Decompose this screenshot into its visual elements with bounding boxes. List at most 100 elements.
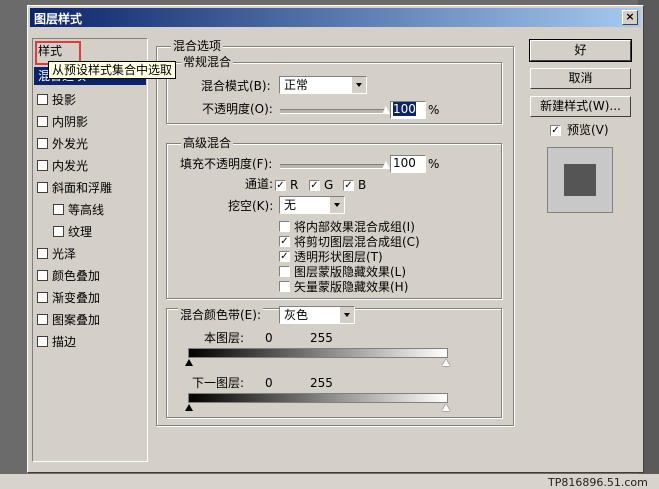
this-layer-white-slider[interactable] bbox=[442, 359, 450, 366]
style-item-label: 投影 bbox=[52, 93, 77, 107]
channel-checkbox[interactable]: ✓ bbox=[275, 180, 286, 191]
opacity-label: 不透明度(O): bbox=[202, 102, 273, 116]
advanced-option-label: 图层蒙版隐藏效果(L) bbox=[294, 265, 407, 279]
fill-opacity-label: 填充不透明度(F): bbox=[180, 157, 273, 171]
style-item[interactable]: 投影 bbox=[37, 91, 145, 109]
style-item-label: 内发光 bbox=[52, 159, 89, 173]
style-item[interactable]: 渐变叠加 bbox=[37, 289, 145, 307]
style-item-checkbox[interactable] bbox=[37, 138, 48, 149]
dialog-title: 图层样式 bbox=[34, 12, 83, 26]
style-item[interactable]: 内阴影 bbox=[37, 113, 145, 131]
this-layer-label: 本图层: bbox=[204, 331, 245, 345]
underlying-layer-max: 255 bbox=[310, 376, 333, 390]
chevron-down-icon bbox=[329, 197, 344, 213]
underlying-layer-min: 0 bbox=[265, 376, 273, 390]
dialog-titlebar[interactable]: 图层样式 × bbox=[30, 8, 641, 27]
style-item-label: 内阴影 bbox=[52, 115, 89, 129]
style-item-label: 等高线 bbox=[68, 203, 105, 217]
opacity-input[interactable]: 100 bbox=[390, 101, 426, 119]
style-item-checkbox[interactable] bbox=[37, 270, 48, 281]
knockout-select[interactable]: 无 bbox=[279, 196, 345, 214]
style-item-checkbox[interactable] bbox=[37, 336, 48, 347]
blend-if-label: 混合颜色带(E): bbox=[178, 307, 263, 323]
style-item-checkbox[interactable] bbox=[37, 94, 48, 105]
cancel-button[interactable]: 取消 bbox=[530, 68, 631, 89]
advanced-option-label: 将内部效果混合成组(I) bbox=[294, 220, 415, 234]
opacity-unit: % bbox=[428, 103, 440, 117]
style-item-label: 图案叠加 bbox=[52, 313, 101, 327]
advanced-option-checkbox[interactable]: ✓ bbox=[279, 251, 290, 262]
advanced-option-checkbox[interactable]: ✓ bbox=[279, 236, 290, 247]
style-item[interactable]: 描边 bbox=[37, 333, 145, 351]
style-item-checkbox[interactable] bbox=[37, 160, 48, 171]
style-item[interactable]: 斜面和浮雕 bbox=[37, 179, 145, 197]
fill-opacity-slider[interactable] bbox=[280, 164, 386, 169]
style-item-checkbox[interactable] bbox=[53, 204, 64, 215]
channel-checkbox[interactable]: ✓ bbox=[309, 180, 320, 191]
blend-mode-select[interactable]: 正常 bbox=[279, 76, 367, 94]
channel-label: B bbox=[358, 178, 367, 192]
preview-label: 预览(V) bbox=[567, 123, 609, 137]
style-item[interactable]: 等高线 bbox=[53, 201, 145, 219]
underlying-layer-white-slider[interactable] bbox=[442, 404, 450, 411]
fill-opacity-slider-thumb[interactable] bbox=[381, 160, 391, 170]
channel-label: G bbox=[324, 178, 334, 192]
style-item-label: 颜色叠加 bbox=[52, 269, 101, 283]
this-layer-min: 0 bbox=[265, 331, 273, 345]
this-layer-max: 255 bbox=[310, 331, 333, 345]
channel-checkbox[interactable]: ✓ bbox=[343, 180, 354, 191]
style-item-checkbox[interactable] bbox=[37, 292, 48, 303]
advanced-option-label: 透明形状图层(T) bbox=[294, 250, 383, 264]
blend-if-select[interactable]: 灰色 bbox=[279, 306, 355, 324]
underlying-layer-label: 下一图层: bbox=[192, 376, 245, 390]
style-item-label: 纹理 bbox=[68, 225, 93, 239]
style-item[interactable]: 颜色叠加 bbox=[37, 267, 145, 285]
channels-label: 通道: bbox=[245, 177, 274, 191]
general-blending-title: 常规混合 bbox=[181, 55, 234, 69]
this-layer-gradient bbox=[188, 348, 448, 358]
chevron-down-icon bbox=[339, 307, 354, 323]
opacity-slider[interactable] bbox=[280, 109, 386, 114]
new-style-button[interactable]: 新建样式(W)... bbox=[530, 96, 631, 117]
style-item[interactable]: 内发光 bbox=[37, 157, 145, 175]
style-item-label: 光泽 bbox=[52, 247, 77, 261]
blend-mode-label: 混合模式(B): bbox=[201, 79, 271, 93]
tooltip: 从预设样式集合中选取 bbox=[48, 61, 177, 79]
preview-checkbox[interactable]: ✓ bbox=[550, 125, 561, 136]
preview-swatch bbox=[564, 164, 596, 196]
advanced-option-checkbox[interactable] bbox=[279, 221, 290, 232]
style-item[interactable]: 图案叠加 bbox=[37, 311, 145, 329]
underlying-layer-black-slider[interactable] bbox=[185, 404, 193, 411]
style-item-checkbox[interactable] bbox=[53, 226, 64, 237]
knockout-label: 挖空(K): bbox=[228, 199, 274, 213]
watermark: TP816896.51.com bbox=[548, 476, 648, 489]
style-preview bbox=[547, 147, 613, 213]
style-item-checkbox[interactable] bbox=[37, 182, 48, 193]
style-item-label: 描边 bbox=[52, 335, 77, 349]
close-button[interactable]: × bbox=[622, 10, 638, 25]
style-item-label: 外发光 bbox=[52, 137, 89, 151]
styles-list: 样式 混合选项 投影内阴影外发光内发光斜面和浮雕等高线纹理光泽颜色叠加渐变叠加图… bbox=[32, 38, 148, 462]
style-item-checkbox[interactable] bbox=[37, 248, 48, 259]
style-item[interactable]: 光泽 bbox=[37, 245, 145, 263]
style-item-label: 渐变叠加 bbox=[52, 291, 101, 305]
style-item[interactable]: 纹理 bbox=[53, 223, 145, 241]
style-item[interactable]: 外发光 bbox=[37, 135, 145, 153]
blend-if-value: 灰色 bbox=[284, 308, 309, 322]
advanced-option-checkbox[interactable] bbox=[279, 266, 290, 277]
advanced-blending-title: 高级混合 bbox=[181, 136, 234, 150]
advanced-option-label: 矢量蒙版隐藏效果(H) bbox=[294, 280, 409, 294]
chevron-down-icon bbox=[351, 77, 366, 93]
opacity-slider-thumb[interactable] bbox=[381, 105, 391, 115]
underlying-layer-gradient bbox=[188, 393, 448, 403]
channel-label: R bbox=[290, 178, 299, 192]
this-layer-black-slider[interactable] bbox=[185, 359, 193, 366]
advanced-option-checkbox[interactable] bbox=[279, 281, 290, 292]
style-item-checkbox[interactable] bbox=[37, 116, 48, 127]
fill-opacity-input[interactable]: 100 bbox=[390, 155, 426, 173]
knockout-value: 无 bbox=[284, 198, 297, 212]
style-item-checkbox[interactable] bbox=[37, 314, 48, 325]
blending-options-title: 混合选项 bbox=[171, 39, 224, 53]
advanced-option-label: 将剪切图层混合成组(C) bbox=[294, 235, 420, 249]
ok-button[interactable]: 好 bbox=[529, 39, 632, 62]
